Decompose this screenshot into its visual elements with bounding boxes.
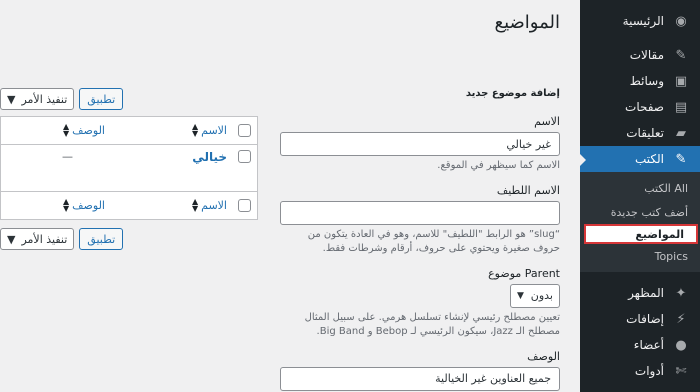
menu-pages[interactable]: ▤ صفحات xyxy=(580,94,700,120)
tools-icon: ✄ xyxy=(675,363,687,379)
menu-label: صفحات xyxy=(625,100,664,114)
parent-select[interactable]: بدون ▼ xyxy=(510,283,560,308)
appearance-icon: ✦ xyxy=(675,285,687,301)
row-checkbox[interactable] xyxy=(237,150,251,163)
bulk-action-select[interactable]: تنفيذ الأمر ▼ xyxy=(0,88,75,110)
menu-label: وسائط xyxy=(629,74,664,88)
menu-books[interactable]: ✎ الكتب xyxy=(580,146,700,172)
table-header: الاسم ▲ ▼ الوصف ▲ ▼ xyxy=(1,117,257,145)
table-footer: الاسم ▲ ▼ الوصف ▲ ▼ xyxy=(1,191,257,219)
submenu-add-book[interactable]: أضف كتب جديدة xyxy=(580,200,700,224)
bulk-action-label: تنفيذ الأمر xyxy=(21,232,68,246)
menu-label: أعضاء xyxy=(633,338,664,352)
menu-label: الرئيسية xyxy=(622,14,664,28)
menu-posts[interactable]: ✎ مقالات xyxy=(580,42,700,68)
menu-tools[interactable]: ✄ أدوات xyxy=(580,358,700,384)
pages-icon: ▤ xyxy=(674,99,688,115)
bulk-actions-bottom: تطبيق تنفيذ الأمر ▼ xyxy=(0,228,258,250)
comments-icon: ▰ xyxy=(676,125,686,141)
apply-button[interactable]: تطبيق xyxy=(79,88,124,110)
menu-media[interactable]: ▣ وسائط xyxy=(580,68,700,94)
users-icon: ● xyxy=(675,337,687,353)
sort-icon: ▲ ▼ xyxy=(63,197,70,213)
plugins-icon: ⚡ xyxy=(676,311,686,327)
description-label: الوصف xyxy=(527,349,560,363)
submenu-all-books[interactable]: All الكتب xyxy=(580,176,700,200)
menu-label: إضافات xyxy=(626,312,664,326)
description-column-label[interactable]: الوصف xyxy=(72,124,105,137)
chevron-down-icon: ▼ xyxy=(7,232,16,246)
pin-icon: ✎ xyxy=(675,151,687,167)
parent-hint: تعيين مصطلح رئيسي لإنشاء تسلسل هرمي. على… xyxy=(304,311,560,338)
sort-icon: ▲ ▼ xyxy=(191,197,199,213)
menu-label: تعليقات xyxy=(626,126,664,140)
name-field: الاسم الاسم كما سيظهر في الموقع. xyxy=(280,115,560,174)
table-row: خيالي — xyxy=(1,145,257,191)
menu-label: مقالات xyxy=(629,48,664,62)
description-input[interactable] xyxy=(280,366,560,391)
sort-icon: ▲ ▼ xyxy=(191,122,199,138)
menu-label: المظهر xyxy=(628,286,664,300)
books-submenu: All الكتب أضف كتب جديدة المواضيع Topics xyxy=(580,172,700,272)
description-column-label[interactable]: الوصف xyxy=(72,199,105,212)
menu-plugins[interactable]: ⚡ إضافات xyxy=(580,306,700,332)
name-label: الاسم xyxy=(534,115,560,128)
name-column-label[interactable]: الاسم xyxy=(201,199,227,212)
chevron-down-icon: ▼ xyxy=(7,92,16,106)
description-column-header[interactable]: الوصف ▲ ▼ xyxy=(1,122,111,138)
form-heading: إضافة موضوع جديد xyxy=(465,88,560,99)
media-icon: ▣ xyxy=(674,73,688,89)
add-term-form: إضافة موضوع جديد الاسم الاسم كما سيظهر ف… xyxy=(280,88,560,392)
menu-dashboard[interactable]: ◉ الرئيسية xyxy=(580,8,700,34)
pin-icon: ✎ xyxy=(675,47,687,63)
page-title: المواضيع xyxy=(494,12,561,33)
admin-sidebar: ◉ الرئيسية ✎ مقالات ▣ وسائط ▤ صفحات ▰ تع… xyxy=(580,0,700,392)
submenu-topics-current[interactable]: المواضيع xyxy=(584,224,698,244)
sort-icon: ▲ ▼ xyxy=(63,122,70,138)
name-input[interactable] xyxy=(280,132,560,156)
menu-users[interactable]: ● أعضاء xyxy=(580,332,700,358)
bulk-actions-top: تطبيق تنفيذ الأمر ▼ xyxy=(0,88,258,110)
menu-appearance[interactable]: ✦ المظهر xyxy=(580,280,700,306)
apply-button-bottom[interactable]: تطبيق xyxy=(79,228,124,250)
submenu-topics[interactable]: Topics xyxy=(580,244,700,268)
name-hint: الاسم كما سيظهر في الموقع. xyxy=(437,160,560,171)
menu-label: أدوات xyxy=(634,364,664,378)
parent-field: Parent موضوع بدون ▼ تعيين مصطلح رئيسي لإ… xyxy=(280,267,560,340)
description-field: الوصف xyxy=(280,350,560,391)
chevron-down-icon: ▼ xyxy=(517,290,524,301)
name-column-header[interactable]: الاسم ▲ ▼ xyxy=(111,122,231,138)
bulk-action-label: تنفيذ الأمر xyxy=(21,92,68,106)
parent-label: Parent موضوع xyxy=(488,266,560,280)
terms-list: تطبيق تنفيذ الأمر ▼ الاسم ▲▼ الوصف ▲▼ xyxy=(0,88,258,250)
dashboard-icon: ◉ xyxy=(675,13,687,29)
terms-table: الاسم ▲ ▼ الوصف ▲ ▼ خيالي — الاسم ▲ ▼ ال… xyxy=(0,116,258,220)
main-content: المواضيع إضافة موضوع جديد الاسم الاسم كم… xyxy=(0,0,580,392)
name-column-label[interactable]: الاسم xyxy=(201,124,227,137)
slug-label: الاسم اللطيف xyxy=(496,183,560,197)
description-column-footer[interactable]: الوصف ▲ ▼ xyxy=(1,197,111,213)
select-all-checkbox-bottom[interactable] xyxy=(237,199,251,212)
slug-field: الاسم اللطيف “slug” هو الرابط "اللطيف" ل… xyxy=(280,184,560,257)
bulk-action-select-bottom[interactable]: تنفيذ الأمر ▼ xyxy=(0,228,75,250)
name-column-footer[interactable]: الاسم ▲ ▼ xyxy=(111,197,231,213)
term-description: — xyxy=(62,150,73,163)
menu-comments[interactable]: ▰ تعليقات xyxy=(580,120,700,146)
select-all-checkbox[interactable] xyxy=(237,124,251,137)
menu-label: الكتب xyxy=(634,152,664,166)
slug-input[interactable] xyxy=(280,200,560,225)
parent-select-value: بدون xyxy=(530,289,553,302)
term-name-link[interactable]: خيالي xyxy=(192,150,227,164)
slug-hint: “slug” هو الرابط "اللطيف" للاسم، وهو في … xyxy=(307,228,560,255)
